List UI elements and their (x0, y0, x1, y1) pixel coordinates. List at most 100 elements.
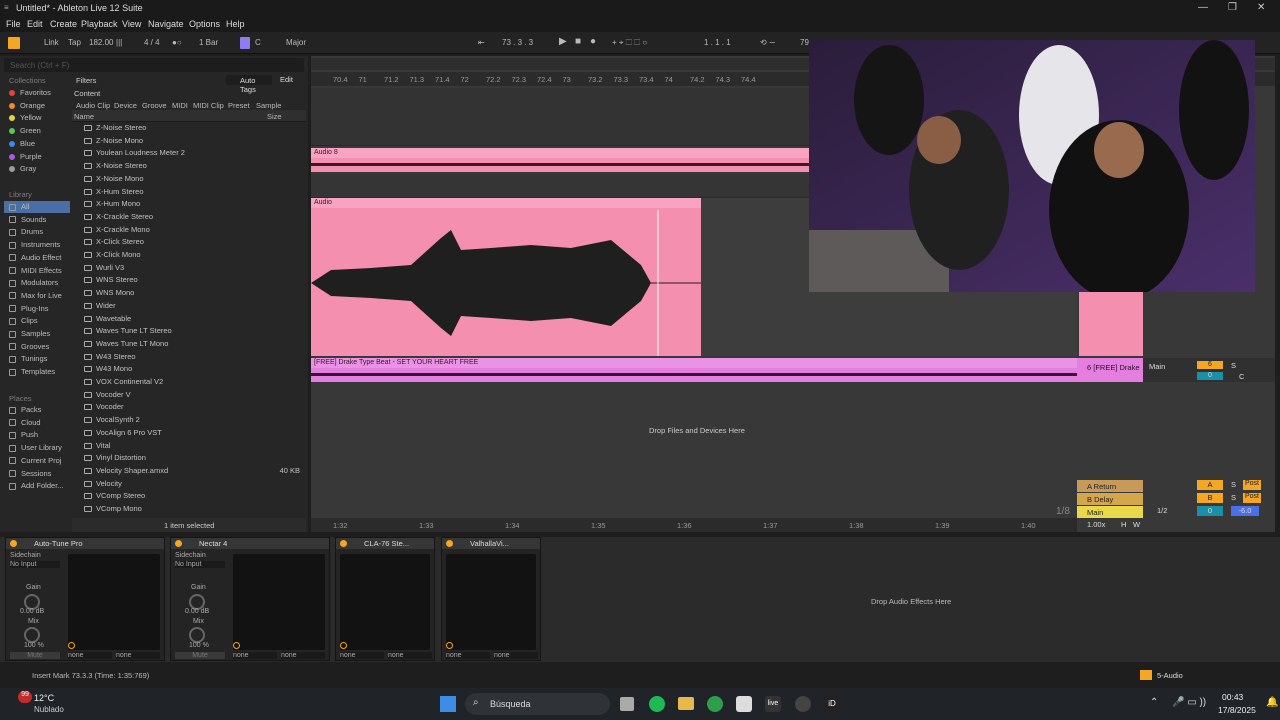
name-column-header[interactable]: Name (74, 112, 94, 121)
track-output[interactable]: Main (1149, 362, 1165, 371)
filters-label[interactable]: Filters (76, 76, 96, 85)
taskbar-search[interactable]: ⌕ Búsqueda (465, 693, 610, 715)
sidechain-input[interactable]: No Input (175, 561, 225, 568)
file-item[interactable]: VocAlign 6 Pro VST (84, 428, 300, 440)
id-app-icon[interactable]: iD (824, 696, 840, 712)
dropdown-b[interactable]: none (116, 652, 160, 659)
mute-button[interactable]: Mute (175, 652, 225, 659)
file-item[interactable]: Wavetable (84, 314, 300, 326)
link-button[interactable]: Link (44, 38, 59, 47)
place-item[interactable]: Sessions (9, 469, 70, 481)
tray-icons[interactable]: 🎤 ▭ )) (1172, 697, 1206, 708)
dropdown-a[interactable]: none (446, 652, 490, 659)
library-item[interactable]: Clips (9, 316, 70, 328)
file-item[interactable]: Z-Noise Stereo (84, 123, 300, 135)
library-item[interactable]: Modulators (9, 278, 70, 290)
main-volume[interactable]: 0 (1197, 506, 1223, 516)
file-item[interactable]: X-Click Stereo (84, 237, 300, 249)
return-a-row[interactable]: A Return A S Post (1077, 480, 1275, 492)
place-item[interactable]: Packs (9, 405, 70, 417)
h-button[interactable]: H (1121, 520, 1126, 529)
place-item[interactable]: Current Proj (9, 456, 70, 468)
modulation-icon[interactable] (68, 642, 75, 649)
post-button[interactable]: Post (1243, 493, 1261, 503)
task-view-icon[interactable] (620, 697, 634, 711)
menu-file[interactable]: File (6, 19, 21, 29)
modulation-icon[interactable] (233, 642, 240, 649)
device-1[interactable]: Nectar 4 Sidechain No Input Gain 0.00 dB Mix 1… (170, 537, 330, 661)
device-2[interactable]: CLA-76 Ste... none none (335, 537, 435, 661)
file-item[interactable]: X-Noise Stereo (84, 161, 300, 173)
tap-button[interactable]: Tap (68, 38, 81, 47)
collection-item[interactable]: Favoritos (9, 88, 70, 100)
device-header[interactable]: CLA-76 Ste... (336, 538, 434, 549)
device-3[interactable]: ValhallaVi... none none (441, 537, 541, 661)
solo-button[interactable]: S (1231, 493, 1236, 502)
collection-item[interactable]: Green (9, 126, 70, 138)
main-output[interactable]: 1/2 (1157, 506, 1167, 515)
library-item[interactable]: All (9, 202, 70, 214)
modulation-icon[interactable] (340, 642, 347, 649)
file-explorer-icon[interactable] (678, 697, 694, 710)
file-item[interactable]: W43 Mono (84, 364, 300, 376)
metronome-icon[interactable]: ||| (116, 38, 122, 47)
dropdown-a[interactable]: none (68, 652, 112, 659)
spotify-icon[interactable] (649, 696, 665, 712)
track-name[interactable]: 6 [FREE] Drake (1077, 358, 1143, 382)
tempo-field[interactable]: 182.00 (89, 38, 113, 47)
loop-icon[interactable]: ⟲ ∼ (760, 38, 776, 47)
content-tab[interactable]: Preset (228, 101, 250, 110)
place-item[interactable]: Push (9, 430, 70, 442)
device-power-icon[interactable] (10, 540, 17, 547)
restore-icon[interactable]: ❐ (1228, 2, 1237, 13)
key-select[interactable]: C (255, 38, 261, 47)
file-item[interactable]: VComp Stereo (84, 491, 300, 503)
track-volume[interactable]: 0 (1197, 372, 1223, 380)
file-item[interactable]: X-Hum Mono (84, 199, 300, 211)
file-item[interactable]: Velocity Shaper.amxd 40 KB (84, 466, 300, 478)
modulation-icon[interactable] (446, 642, 453, 649)
main-row[interactable]: Main 1/2 0 -6.0 (1077, 506, 1275, 518)
device-header[interactable]: Auto-Tune Pro (6, 538, 164, 549)
time-signature[interactable]: 4 / 4 (144, 38, 160, 47)
file-item[interactable]: WNS Mono (84, 288, 300, 300)
return-b-button[interactable]: B (1197, 493, 1223, 503)
mix-knob[interactable] (24, 627, 40, 643)
file-item[interactable]: Vocoder (84, 402, 300, 414)
content-tab[interactable]: Sample (256, 101, 281, 110)
browser-toggle-icon[interactable] (8, 37, 20, 49)
content-dropdown[interactable]: Content (74, 89, 100, 98)
library-item[interactable]: Instruments (9, 240, 70, 252)
file-item[interactable]: VOX Continental V2 (84, 377, 300, 389)
file-item[interactable]: Youlean Loudness Meter 2 (84, 148, 300, 160)
collection-item[interactable]: Orange (9, 101, 70, 113)
file-item[interactable]: Z-Noise Mono (84, 136, 300, 148)
follow-icon[interactable]: ⇤ (478, 38, 485, 47)
overdub-icon[interactable]: + ⌖ ⬚ ⬚ ○ (612, 38, 647, 48)
return-b-name[interactable]: B Delay (1077, 493, 1143, 505)
library-item[interactable]: Tunings (9, 354, 70, 366)
chrome-icon[interactable] (707, 696, 723, 712)
device-header[interactable]: ValhallaVi... (442, 538, 540, 549)
place-item[interactable]: Add Folder... (9, 481, 70, 493)
record-icon[interactable]: ● (590, 36, 596, 47)
place-item[interactable]: User Library (9, 443, 70, 455)
collection-item[interactable]: Purple (9, 152, 70, 164)
weather-temp[interactable]: 12°C (34, 693, 54, 703)
loop-start[interactable]: 1 . 1 . 1 (704, 38, 731, 47)
w-button[interactable]: W (1133, 520, 1140, 529)
clock-date[interactable]: 17/8/2025 (1218, 705, 1256, 715)
library-item[interactable]: Grooves (9, 342, 70, 354)
zoom-grid[interactable]: 1/8 (1056, 506, 1070, 517)
menu-options[interactable]: Options (189, 19, 220, 29)
solo-button[interactable]: S (1231, 361, 1236, 370)
main-name[interactable]: Main (1077, 506, 1143, 518)
content-tab[interactable]: Groove (142, 101, 167, 110)
app-icon-1[interactable] (736, 696, 752, 712)
track-number-button[interactable]: 6 (1197, 361, 1223, 369)
mute-button[interactable]: Mute (10, 652, 60, 659)
auto-tags-button[interactable]: Auto Tags (226, 75, 272, 94)
content-tab[interactable]: MIDI Clip (193, 101, 224, 110)
device-0[interactable]: Auto-Tune Pro Sidechain No Input Gain 0.00 d… (5, 537, 165, 661)
device-power-icon[interactable] (340, 540, 347, 547)
